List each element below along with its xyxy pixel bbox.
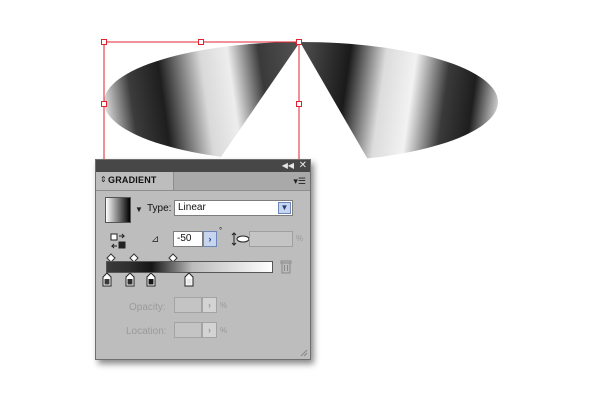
color-stops xyxy=(102,273,194,287)
resize-grip-icon[interactable] xyxy=(299,348,308,357)
opacity-unit: % xyxy=(220,301,228,310)
location-stepper-button: › xyxy=(202,322,217,338)
type-selected-value: Linear xyxy=(178,202,206,213)
gradient-ellipse[interactable] xyxy=(90,30,520,170)
type-label: Type: xyxy=(147,203,172,214)
panel-titlebar[interactable]: ◀◀ ✕ xyxy=(96,160,310,172)
tab-expand-arrows-icon[interactable]: ⇕ xyxy=(100,175,107,185)
swatch-dropdown-arrow-icon[interactable]: ▼ xyxy=(135,205,143,214)
aspect-ratio-unit: % xyxy=(296,234,304,243)
trash-icon[interactable] xyxy=(280,260,292,274)
type-select[interactable]: Linear ▼ xyxy=(174,200,293,216)
gradient-slider[interactable] xyxy=(106,261,273,273)
reverse-gradient-icon[interactable] xyxy=(110,233,126,249)
double-arrow-collapse-icon[interactable]: ◀◀ xyxy=(282,161,294,171)
angle-input[interactable]: -50 xyxy=(173,231,203,247)
panel-menu-icon[interactable]: ▾☰ xyxy=(293,176,306,186)
angle-icon: ⊿ xyxy=(151,234,160,245)
location-input xyxy=(174,322,202,338)
opacity-input xyxy=(174,297,202,313)
chevron-down-icon[interactable]: ▼ xyxy=(278,202,291,214)
close-icon[interactable]: ✕ xyxy=(299,160,307,171)
color-stop[interactable] xyxy=(146,273,156,287)
location-label: Location: xyxy=(126,326,167,337)
angle-stepper-button[interactable]: › xyxy=(203,231,217,247)
color-stop[interactable] xyxy=(102,273,112,287)
opacity-stepper-button: › xyxy=(202,297,217,313)
degree-symbol: ° xyxy=(219,226,223,235)
gradient-preview-swatch[interactable] xyxy=(105,197,131,223)
panel-tab-row: ⇕ GRADIENT ▾☰ xyxy=(96,172,310,191)
gradient-panel: ◀◀ ✕ ⇕ GRADIENT ▾☰ ▼ Type: Linear ▼ ⊿ -5… xyxy=(95,159,311,360)
aspect-ratio-input xyxy=(249,231,293,247)
opacity-label: Opacity: xyxy=(129,302,166,313)
panel-title: GRADIENT xyxy=(108,175,157,185)
color-stop[interactable] xyxy=(184,273,194,287)
aspect-ratio-icon xyxy=(231,232,250,246)
color-stop[interactable] xyxy=(125,273,135,287)
location-unit: % xyxy=(220,326,228,335)
tab-gradient[interactable]: ⇕ GRADIENT xyxy=(96,172,174,190)
